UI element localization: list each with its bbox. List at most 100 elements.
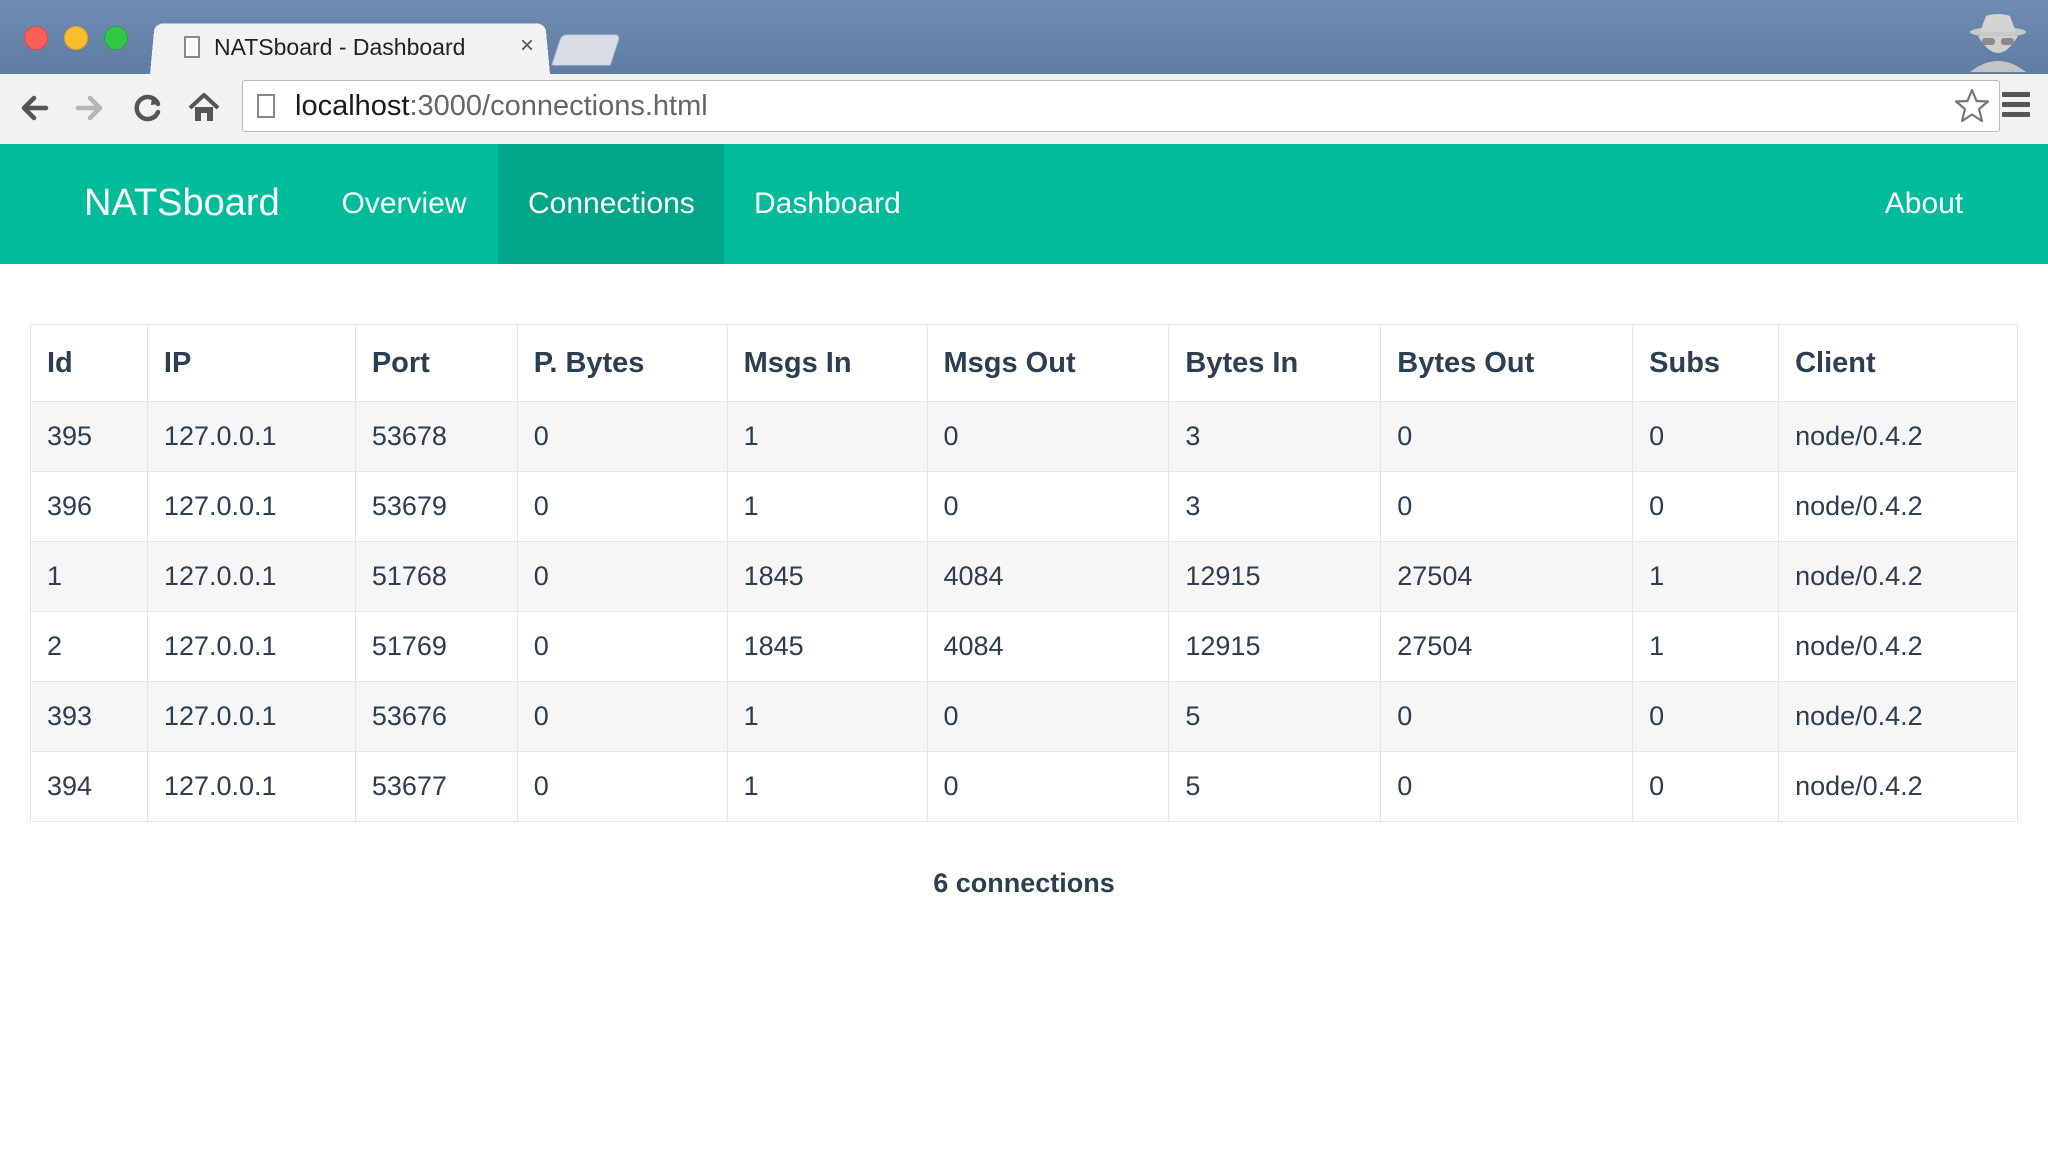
table-cell: 1 [30, 541, 148, 612]
table-cell: 53678 [354, 401, 518, 472]
browser-menu-icon[interactable] [2000, 92, 2032, 122]
table-cell: 127.0.0.1 [146, 611, 356, 682]
table-row: 2 127.0.0.1 51769 0 1845 4084 12915 2750… [30, 611, 2018, 682]
maximize-window-button[interactable] [104, 26, 128, 50]
column-header-port[interactable]: Port [354, 324, 518, 402]
back-arrow-icon[interactable] [16, 90, 52, 126]
page-icon [257, 94, 275, 118]
reload-icon[interactable] [130, 90, 166, 126]
url-text[interactable]: localhost:3000/connections.html [295, 90, 708, 123]
table-row: 395 127.0.0.1 53678 0 1 0 3 0 0 node/0.4… [30, 401, 2018, 472]
table-cell: 127.0.0.1 [146, 541, 356, 612]
table-cell: 0 [1632, 401, 1780, 472]
table-cell: 394 [30, 751, 148, 822]
table-cell: 393 [30, 681, 148, 752]
table-cell: 127.0.0.1 [146, 401, 356, 472]
table-cell: 0 [926, 401, 1170, 472]
column-header-msgs-out[interactable]: Msgs Out [926, 324, 1170, 402]
table-cell: 0 [926, 471, 1170, 542]
table-cell: 0 [1632, 681, 1780, 752]
nav-dashboard[interactable]: Dashboard [724, 144, 928, 264]
table-cell: 1 [726, 681, 928, 752]
new-tab-button[interactable] [550, 34, 622, 66]
table-cell: 0 [1632, 751, 1780, 822]
table-cell: 1845 [726, 611, 928, 682]
table-cell: 27504 [1380, 611, 1634, 682]
table-cell: 4084 [926, 541, 1170, 612]
column-header-bytes-in[interactable]: Bytes In [1168, 324, 1382, 402]
home-icon[interactable] [186, 90, 222, 126]
column-header-id[interactable]: Id [30, 324, 148, 402]
nav-about[interactable]: About [1852, 144, 1996, 264]
incognito-icon [1970, 14, 2026, 72]
connections-count: 6 connections [933, 868, 1115, 898]
column-header-subs[interactable]: Subs [1632, 324, 1780, 402]
table-cell: 0 [516, 541, 728, 612]
minimize-window-button[interactable] [64, 26, 88, 50]
table-cell: 1845 [726, 541, 928, 612]
url-path: :3000/connections.html [409, 90, 708, 122]
table-cell: 395 [30, 401, 148, 472]
connections-table: Id IP Port P. Bytes Msgs In Msgs Out Byt… [30, 324, 2018, 822]
table-cell: node/0.4.2 [1778, 541, 2018, 612]
column-header-client[interactable]: Client [1778, 324, 2018, 402]
table-cell: 1 [1632, 541, 1780, 612]
table-cell: 4084 [926, 611, 1170, 682]
column-header-bytes-out[interactable]: Bytes Out [1380, 324, 1634, 402]
table-cell: 3 [1168, 471, 1382, 542]
table-cell: 12915 [1168, 541, 1382, 612]
nav-overview[interactable]: Overview [309, 144, 499, 264]
table-cell: 0 [1632, 471, 1780, 542]
table-cell: 51768 [354, 541, 518, 612]
table-cell: 0 [926, 681, 1170, 752]
table-row: 394 127.0.0.1 53677 0 1 0 5 0 0 node/0.4… [30, 751, 2018, 822]
table-cell: 5 [1168, 751, 1382, 822]
table-cell: 3 [1168, 401, 1382, 472]
tab-title: NATSboard - Dashboard [214, 34, 466, 60]
forward-arrow-icon[interactable] [72, 90, 108, 126]
column-header-msgs-in[interactable]: Msgs In [726, 324, 928, 402]
table-cell: node/0.4.2 [1778, 611, 2018, 682]
tab-close-icon[interactable]: × [520, 32, 534, 60]
table-cell: node/0.4.2 [1778, 751, 2018, 822]
table-cell: 1 [726, 401, 928, 472]
table-cell: 0 [1380, 401, 1634, 472]
address-bar[interactable]: localhost:3000/connections.html [242, 80, 2000, 132]
bookmark-star-icon[interactable] [1953, 87, 1991, 125]
brand-logo[interactable]: NATSboard [84, 182, 280, 225]
table-cell: 5 [1168, 681, 1382, 752]
table-cell: 127.0.0.1 [146, 681, 356, 752]
table-cell: 12915 [1168, 611, 1382, 682]
table-row: 396 127.0.0.1 53679 0 1 0 3 0 0 node/0.4… [30, 471, 2018, 542]
table-cell: 1 [1632, 611, 1780, 682]
url-host: localhost [295, 90, 410, 122]
table-cell: node/0.4.2 [1778, 471, 2018, 542]
table-cell: 27504 [1380, 541, 1634, 612]
table-cell: 0 [516, 751, 728, 822]
nav-connections[interactable]: Connections [498, 144, 724, 264]
table-row: 1 127.0.0.1 51768 0 1845 4084 12915 2750… [30, 541, 2018, 612]
table-row: 393 127.0.0.1 53676 0 1 0 5 0 0 node/0.4… [30, 681, 2018, 752]
table-cell: 0 [926, 751, 1170, 822]
column-header-ip[interactable]: IP [146, 324, 356, 402]
table-cell: node/0.4.2 [1778, 401, 2018, 472]
table-cell: 53676 [354, 681, 518, 752]
table-cell: node/0.4.2 [1778, 681, 2018, 752]
page-icon [184, 36, 200, 58]
table-cell: 51769 [354, 611, 518, 682]
table-cell: 0 [516, 681, 728, 752]
table-cell: 53679 [354, 471, 518, 542]
table-cell: 0 [1380, 751, 1634, 822]
app-navbar: NATSboard Overview Connections Dashboard… [0, 144, 2048, 264]
table-cell: 1 [726, 751, 928, 822]
table-cell: 127.0.0.1 [146, 751, 356, 822]
table-cell: 53677 [354, 751, 518, 822]
table-cell: 0 [516, 401, 728, 472]
browser-tab-content[interactable]: NATSboard - Dashboard × [178, 28, 548, 74]
column-header-pending-bytes[interactable]: P. Bytes [516, 324, 728, 402]
table-cell: 127.0.0.1 [146, 471, 356, 542]
table-cell: 0 [516, 611, 728, 682]
connections-table-container: Id IP Port P. Bytes Msgs In Msgs Out Byt… [30, 324, 2018, 822]
close-window-button[interactable] [24, 26, 48, 50]
table-header-row: Id IP Port P. Bytes Msgs In Msgs Out Byt… [30, 324, 2018, 402]
